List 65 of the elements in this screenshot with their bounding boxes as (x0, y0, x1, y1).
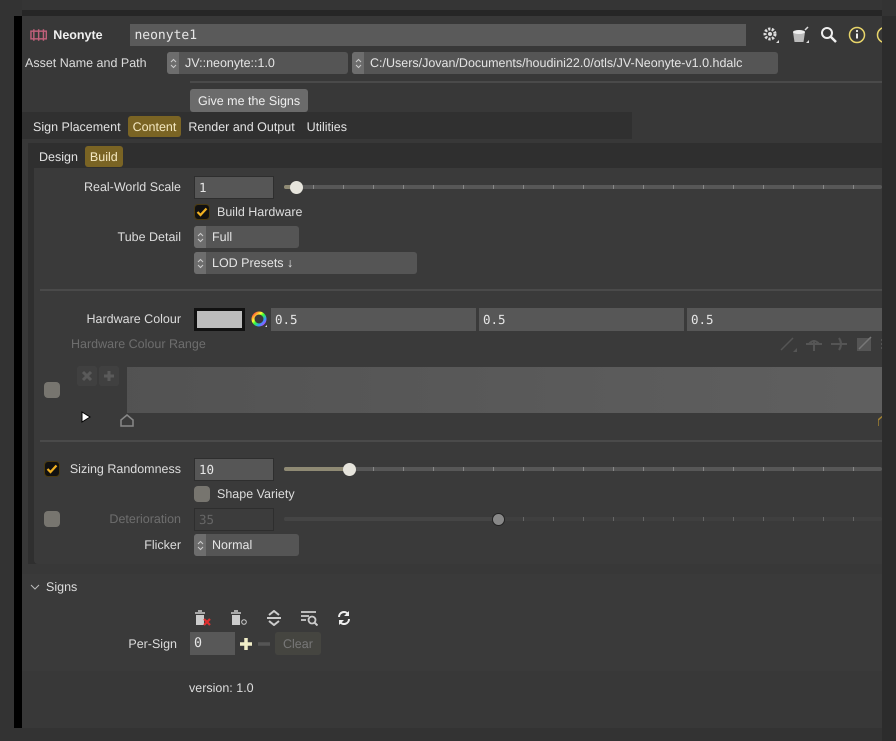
dropdown-menu[interactable]: Normal (194, 534, 299, 556)
node-icon (30, 28, 48, 42)
node-type-label: Neonyte (53, 28, 104, 42)
spinner-icon[interactable] (196, 258, 204, 268)
dropdown-menu[interactable]: Full (194, 226, 299, 248)
slider[interactable] (284, 180, 882, 194)
version-label: version: 1.0 (188, 680, 255, 695)
tab[interactable]: Content (128, 116, 182, 137)
add-icon[interactable] (239, 636, 253, 650)
dropdown-menu[interactable]: LOD Presets ↓ (194, 252, 417, 274)
search-icon[interactable] (820, 26, 838, 44)
value-field[interactable]: 1 (194, 176, 274, 198)
value-field[interactable]: 0.5 (479, 308, 684, 330)
node-name-field[interactable]: neonyte1 (130, 24, 746, 46)
enable-toggle[interactable] (44, 461, 60, 477)
expand-icon[interactable] (266, 610, 282, 626)
value-field[interactable]: 10 (194, 458, 274, 480)
tab[interactable]: Render and Output (183, 116, 300, 137)
asset-label: Asset Name and Path (25, 56, 148, 70)
bucket-icon[interactable] (790, 26, 810, 44)
ramp-key-icon[interactable] (878, 413, 882, 427)
asset-name-menu[interactable]: JV::neonyte::1.0 (167, 52, 348, 74)
slider[interactable] (284, 462, 882, 476)
slider[interactable] (284, 512, 882, 526)
parm-label: Flicker (143, 538, 181, 552)
gear-icon[interactable] (762, 26, 780, 44)
help-icon[interactable] (876, 26, 882, 44)
value-field[interactable]: 0.5 (271, 308, 476, 330)
parm-label: Tube Detail (116, 230, 181, 244)
folder-header[interactable]: Signs (22, 574, 882, 599)
subtab[interactable]: Build (84, 146, 123, 167)
ramp-key-icon[interactable] (119, 413, 135, 427)
checkbox-label: Build Hardware (217, 205, 302, 219)
parm-label: Hardware Colour (86, 312, 181, 326)
checkbox[interactable] (194, 204, 210, 220)
color-ramp[interactable] (127, 367, 882, 413)
tab[interactable]: Utilities (302, 116, 352, 137)
value-field[interactable]: 0 (190, 632, 235, 655)
tab[interactable]: Sign Placement (28, 116, 126, 137)
chevron-icon (30, 582, 40, 590)
parm-label: Per-Sign (127, 636, 177, 650)
parm-label: Sizing Randomness (68, 462, 181, 476)
spinner-icon[interactable] (196, 540, 204, 550)
parm-label: Real-World Scale (82, 180, 181, 194)
subtab[interactable]: Design (34, 146, 83, 167)
trash-x-icon[interactable] (194, 610, 212, 626)
play-icon[interactable] (81, 411, 91, 423)
value-field[interactable]: 0.5 (687, 308, 882, 330)
info-icon[interactable] (848, 26, 866, 44)
spinner-icon[interactable] (196, 232, 204, 242)
spinner-icon[interactable] (354, 58, 362, 68)
checkbox[interactable] (194, 486, 210, 502)
slider-thumb[interactable] (342, 462, 356, 476)
trash-icon[interactable] (230, 610, 248, 626)
curve-edit-icon[interactable] (855, 336, 873, 352)
action-button[interactable]: Give me the Signs (190, 89, 308, 112)
refresh-icon[interactable] (336, 610, 352, 626)
asset-path-menu[interactable]: C:/Users/Jovan/Documents/houdini22.0/otls/JV-Neonyte-v1.0.hdalc (352, 52, 778, 74)
list-search-icon[interactable] (300, 610, 318, 626)
folder-title: Signs (46, 580, 78, 594)
slider-thumb[interactable] (290, 180, 303, 194)
color-wheel-icon[interactable] (250, 310, 268, 328)
color-swatch[interactable] (194, 308, 245, 330)
checkbox-label: Shape Variety (217, 487, 295, 501)
spinner-icon[interactable] (170, 58, 176, 68)
